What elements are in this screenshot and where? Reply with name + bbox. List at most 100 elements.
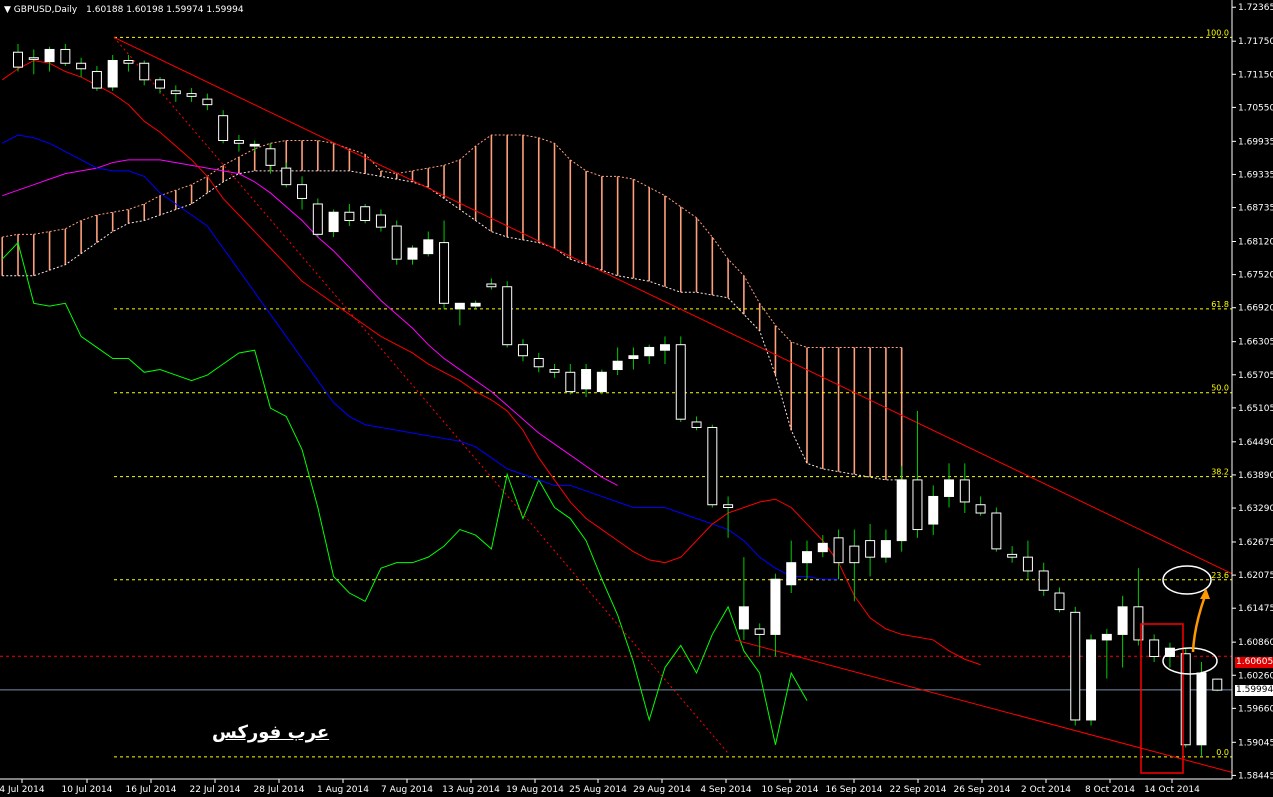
y-tick-label: 1.69335 (1238, 170, 1273, 180)
collapse-arrow-icon[interactable]: ▼ (4, 5, 11, 15)
bull-candle (1196, 672, 1207, 746)
bear-candle (439, 242, 450, 304)
watermark-text: عرب فوركس (212, 722, 330, 743)
x-tick-label: 8 Oct 2014 (1085, 785, 1135, 795)
bear-candle (233, 140, 244, 144)
bull-candle (423, 239, 434, 255)
x-tick-label: 4 Sep 2014 (700, 785, 752, 795)
bear-candle (517, 344, 528, 357)
bear-candle (975, 504, 986, 514)
candlestick-chart: 100.0 61.8 50.0 38.2 23.6 0.0 1.72365 1.71750 1… (0, 0, 1273, 795)
bear-candle (281, 167, 292, 186)
bear-candle (912, 479, 923, 531)
x-tick-label: 26 Sep 2014 (953, 785, 1010, 795)
chart-header: ▼ GBPUSD,Daily 1.60188 1.60198 1.59974 1… (4, 5, 244, 15)
bull-candle (817, 542, 828, 553)
bear-candle (297, 184, 308, 199)
bear-candle (833, 537, 844, 564)
y-tick-label: 1.62675 (1238, 538, 1273, 548)
x-tick-label: 10 Jul 2014 (62, 785, 113, 795)
bull-candle (596, 371, 607, 393)
bear-candle (486, 283, 497, 288)
bear-candle (375, 214, 386, 228)
kijun-sen-line (1, 134, 839, 580)
symbol-label: GBPUSD,Daily (13, 5, 78, 15)
bear-candle (959, 479, 970, 503)
bear-candle (186, 93, 197, 97)
trendline (113, 36, 1233, 575)
projection-arrow (1191, 595, 1207, 653)
y-tick-label: 1.65705 (1238, 371, 1273, 381)
bear-candle (707, 426, 718, 506)
senkou-span-a-line (2, 134, 902, 348)
ohlc-readout: 1.60188 1.60198 1.59974 1.59994 (86, 5, 244, 15)
bull-candle (944, 479, 955, 497)
chikou-span-line (1, 241, 808, 745)
bear-candle (60, 48, 71, 64)
fib-level-label: 0.0 (1216, 748, 1229, 757)
trendline (113, 36, 729, 754)
x-tick-label: 10 Sep 2014 (761, 785, 818, 795)
y-tick-label: 1.59045 (1238, 738, 1273, 748)
trendline (734, 639, 1233, 773)
y-tick-label: 1.66920 (1238, 304, 1273, 314)
x-tick-label: 29 Aug 2014 (633, 785, 691, 795)
bear-candle (139, 62, 150, 81)
y-tick-label: 1.71150 (1238, 70, 1273, 80)
bear-candle (533, 357, 544, 368)
x-tick-label: 1 Aug 2014 (317, 785, 369, 795)
bear-candle (28, 57, 39, 60)
bear-candle (155, 79, 166, 89)
bull-candle (1117, 606, 1128, 635)
fib-level-label: 61.8 (1211, 300, 1229, 309)
fib-level-label: 50.0 (1211, 384, 1229, 393)
y-tick-label: 1.72365 (1238, 3, 1273, 13)
y-tick-label: 1.63290 (1238, 504, 1273, 514)
bear-candle (849, 545, 860, 564)
y-tick-label: 1.68120 (1238, 238, 1273, 248)
bear-candle (754, 628, 765, 635)
bear-candle (1149, 639, 1160, 657)
bear-candle (1038, 570, 1049, 591)
bear-candle (265, 148, 276, 166)
x-tick-label: 14 Oct 2014 (1144, 785, 1200, 795)
y-tick-label: 1.61475 (1238, 604, 1273, 614)
bull-candle (880, 540, 891, 558)
x-tick-label: 25 Aug 2014 (569, 785, 627, 795)
bull-candle (659, 344, 670, 351)
bull-candle (107, 59, 118, 88)
bull-candle (770, 578, 781, 635)
bull-candle (896, 479, 907, 542)
y-tick-label: 1.66305 (1238, 338, 1273, 348)
bull-candle (612, 360, 623, 371)
x-tick-label: 22 Jul 2014 (190, 785, 241, 795)
y-tick-label: 1.68735 (1238, 204, 1273, 214)
y-tick-label: 1.63890 (1238, 471, 1273, 481)
x-tick-label: 7 Aug 2014 (381, 785, 433, 795)
bull-candle (328, 211, 339, 233)
bear-candle (360, 206, 371, 222)
bear-candle (675, 344, 686, 420)
price-tag-current: 1.59994 (1235, 685, 1273, 696)
bear-candle (218, 115, 229, 142)
bear-candle (565, 371, 576, 393)
bear-candle (549, 369, 560, 373)
y-tick-label: 1.67520 (1238, 271, 1273, 281)
bull-candle (628, 355, 639, 359)
x-tick-label: 19 Aug 2014 (506, 785, 564, 795)
bear-candle (1054, 592, 1065, 611)
bull-candle (454, 302, 465, 310)
bear-candle (13, 51, 23, 68)
bull-candle (928, 495, 939, 525)
y-tick-label: 1.58445 (1238, 771, 1273, 781)
highlight-box (1140, 623, 1184, 774)
x-tick-label: 4 Jul 2014 (0, 785, 45, 795)
bear-candle (202, 98, 213, 106)
bull-candle (581, 369, 592, 390)
bull-candle (738, 606, 749, 630)
bear-candle (723, 504, 734, 508)
x-tick-label: 16 Sep 2014 (825, 785, 882, 795)
y-tick-label: 1.70550 (1238, 103, 1273, 113)
moving-average-line (2, 159, 618, 486)
x-tick-label: 22 Sep 2014 (889, 785, 946, 795)
